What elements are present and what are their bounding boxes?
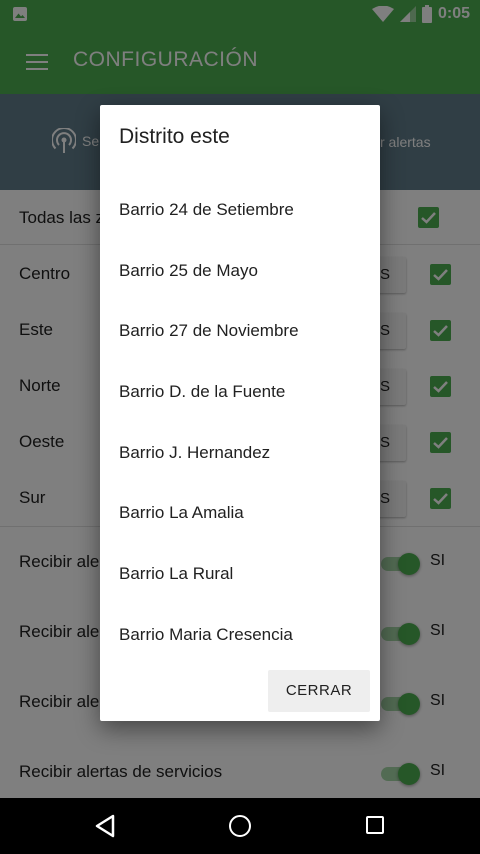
home-icon[interactable] [229,815,251,837]
close-button[interactable]: CERRAR [268,670,370,712]
dialog-title: Distrito este [119,125,230,148]
dialog-list-item[interactable]: Barrio Maria Cresencia [119,625,293,645]
dialog-list-item[interactable]: Barrio La Rural [119,564,233,584]
dialog-list-item[interactable]: Barrio 27 de Noviembre [119,321,299,341]
dialog-list-item[interactable]: Barrio 25 de Mayo [119,261,258,281]
back-icon[interactable] [94,814,116,838]
dialog-list-item[interactable]: Barrio 24 de Setiembre [119,200,294,220]
dialog-list-item[interactable]: Barrio J. Hernandez [119,443,270,463]
district-dialog: Distrito este Barrio 24 de Setiembre Bar… [100,105,380,721]
dialog-list-item[interactable]: Barrio La Amalia [119,503,244,523]
system-nav-bar [0,798,480,854]
recent-apps-icon[interactable] [366,816,384,834]
dialog-list-item[interactable]: Barrio D. de la Fuente [119,382,285,402]
